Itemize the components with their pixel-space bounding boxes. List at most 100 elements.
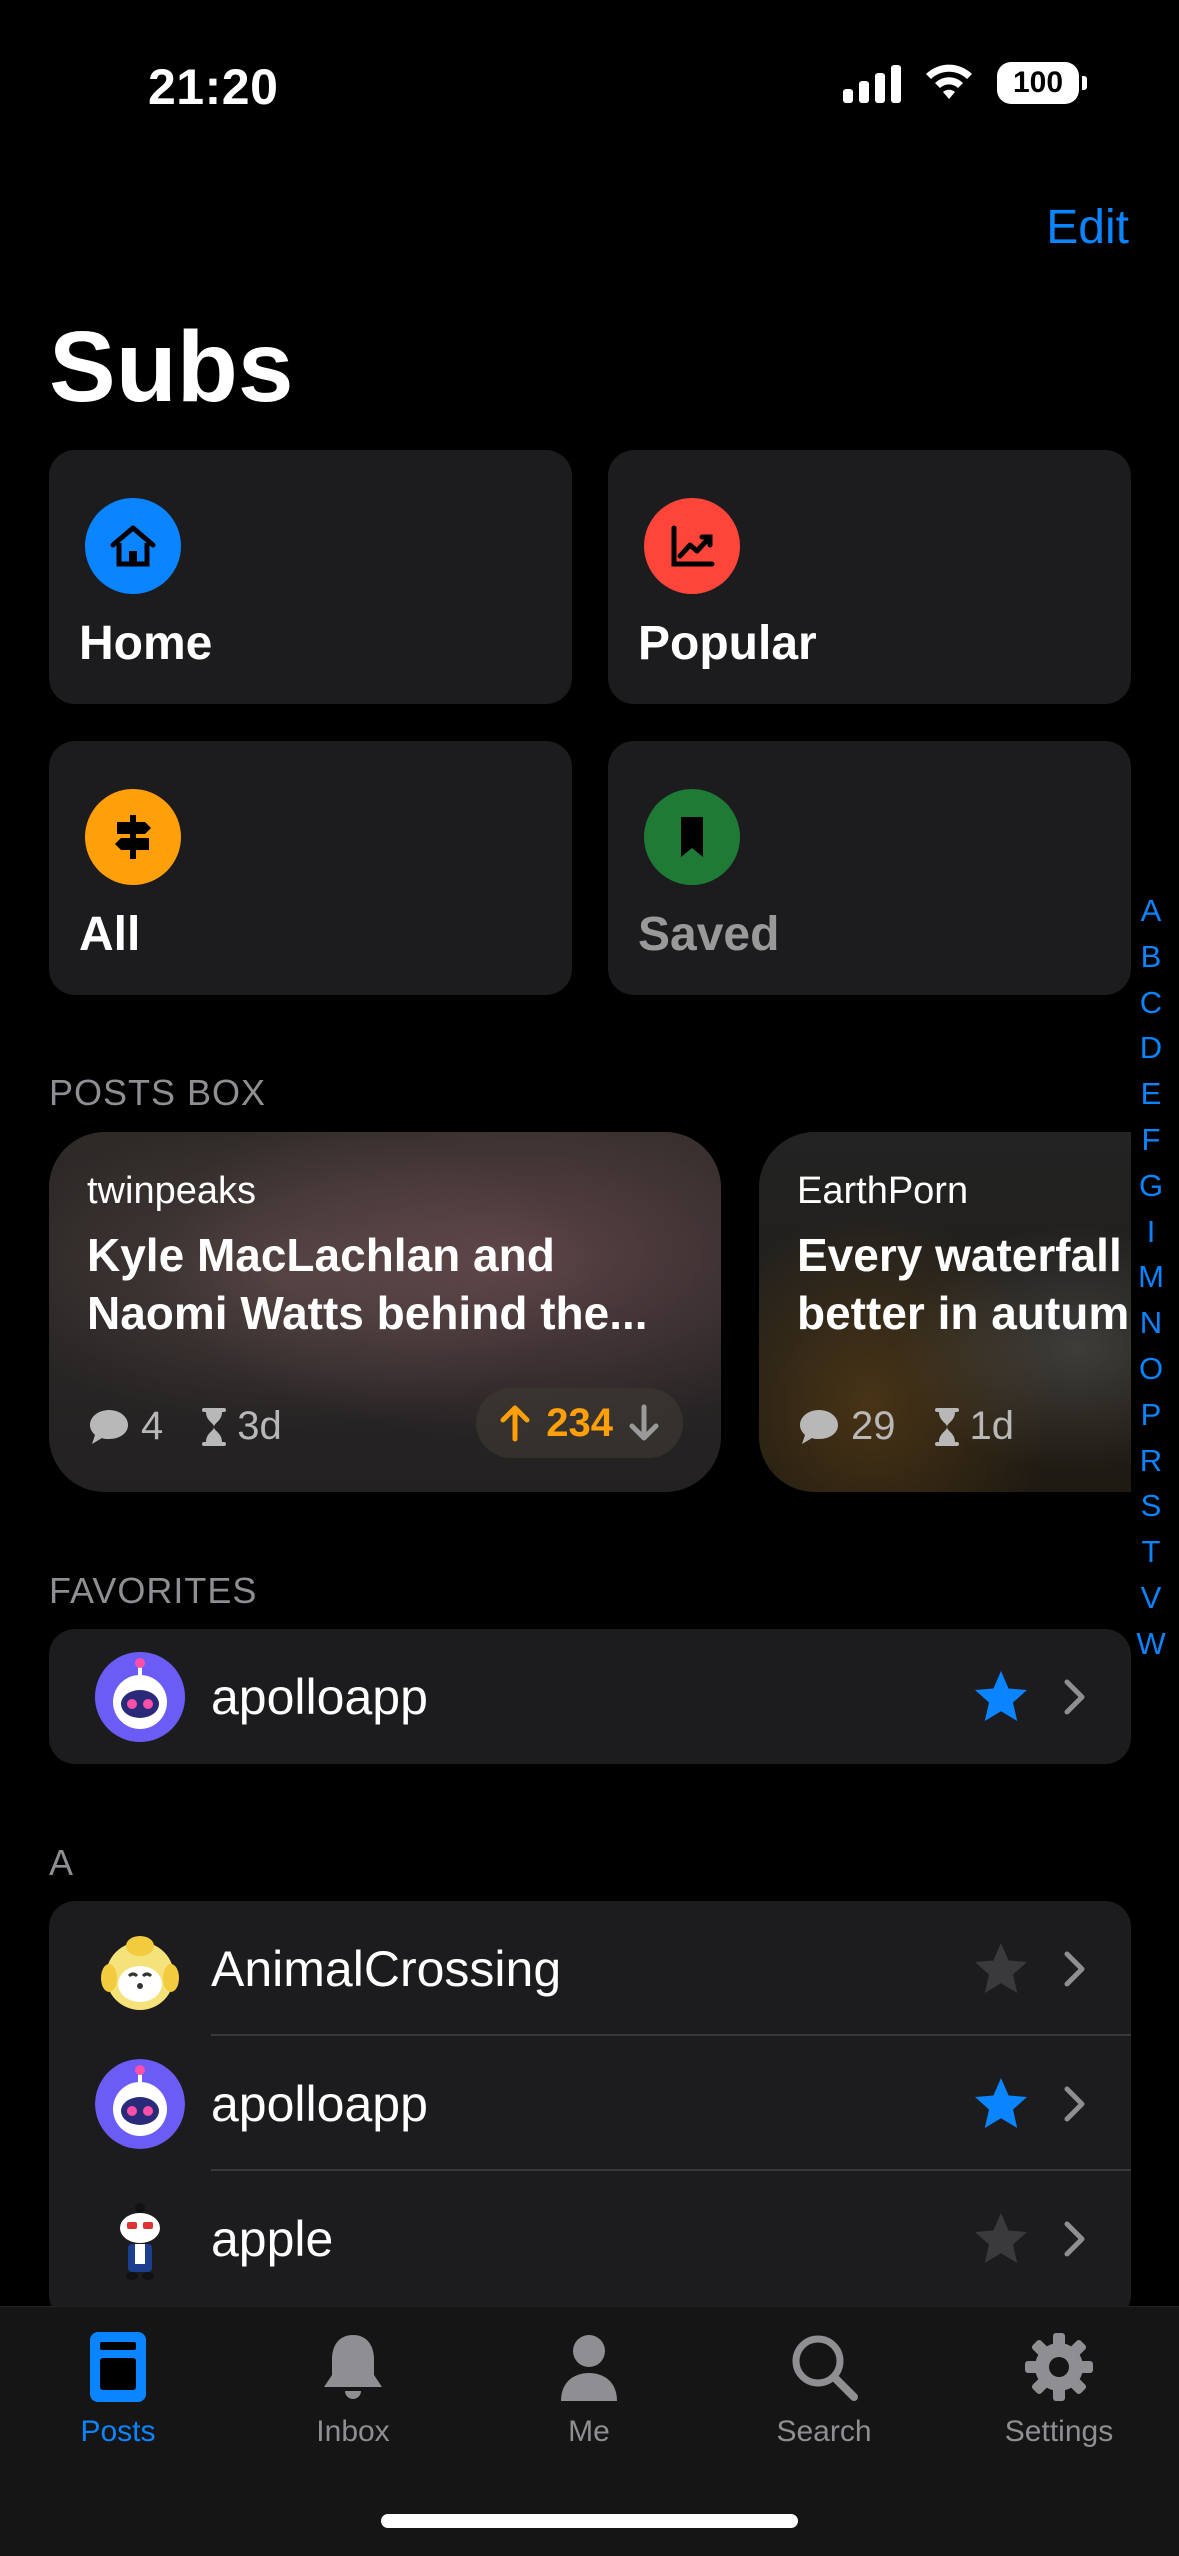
index-letter[interactable]: F: [1142, 1117, 1161, 1163]
tile-popular[interactable]: Popular: [608, 450, 1131, 704]
tab-label: Settings: [1004, 2415, 1114, 2448]
index-letter[interactable]: I: [1147, 1209, 1156, 1255]
post-comment-count: 29: [851, 1404, 896, 1448]
subreddit-list-a: AnimalCrossing apolloapp apple: [49, 1901, 1131, 2321]
tile-label: Home: [79, 617, 213, 670]
post-title-line: Naomi Watts behind the...: [87, 1287, 648, 1339]
comment-icon: [800, 1409, 838, 1444]
alphabet-index[interactable]: ABCDEFGIMNOPRSTVW: [1131, 888, 1171, 1667]
index-letter[interactable]: D: [1140, 1025, 1162, 1071]
post-subreddit: EarthPorn: [797, 1170, 969, 1212]
vote-control: 234: [476, 1388, 683, 1458]
hourglass-icon: [202, 1407, 227, 1446]
star-outline-icon[interactable]: [971, 2209, 1031, 2269]
battery-indicator: 100: [997, 62, 1087, 104]
subreddit-name: apolloapp: [211, 1668, 428, 1725]
tab-me[interactable]: Me: [489, 2327, 689, 2449]
hourglass-icon: [934, 1407, 959, 1446]
chevron-right-icon: [1064, 2086, 1085, 2121]
post-title: Every waterfall better in autum: [797, 1226, 1129, 1342]
post-title-line: Every waterfall: [797, 1229, 1122, 1281]
index-letter[interactable]: B: [1141, 934, 1162, 980]
trending-icon: [644, 498, 740, 594]
index-letter[interactable]: P: [1141, 1392, 1162, 1438]
search-icon: [784, 2327, 864, 2407]
post-title-line: Kyle MacLachlan and: [87, 1229, 555, 1281]
index-letter[interactable]: E: [1141, 1071, 1162, 1117]
bell-icon: [313, 2327, 393, 2407]
post-meta: 4 3d: [87, 1404, 282, 1449]
tile-label: Saved: [638, 908, 780, 961]
post-comment-count: 4: [141, 1404, 164, 1448]
chevron-right-icon: [1064, 1679, 1085, 1714]
tab-search[interactable]: Search: [724, 2327, 924, 2449]
tile-all[interactable]: All: [49, 741, 572, 995]
section-label-posts-box: POSTS BOX: [49, 1072, 267, 1113]
signpost-icon: [85, 789, 181, 885]
star-filled-icon[interactable]: [971, 2074, 1031, 2134]
list-item[interactable]: apolloapp: [49, 2036, 1131, 2171]
star-outline-icon[interactable]: [971, 1939, 1031, 1999]
post-title: Kyle MacLachlan and Naomi Watts behind t…: [87, 1226, 648, 1342]
cellular-signal-icon: [843, 63, 901, 103]
favorites-list: apolloapp: [49, 1629, 1131, 1764]
status-time: 21:20: [148, 59, 279, 115]
post-card[interactable]: EarthPorn Every waterfall better in autu…: [759, 1132, 1131, 1492]
downvote-icon[interactable]: [627, 1403, 661, 1443]
tile-label: Popular: [638, 617, 817, 670]
list-item[interactable]: AnimalCrossing: [49, 1901, 1131, 2036]
page-title: Subs: [49, 311, 294, 423]
apollo-avatar-icon: [95, 2058, 185, 2149]
index-letter[interactable]: W: [1136, 1621, 1165, 1667]
comment-icon: [90, 1409, 128, 1444]
subreddit-name: AnimalCrossing: [211, 1940, 562, 1997]
index-letter[interactable]: G: [1139, 1163, 1163, 1209]
list-item[interactable]: apolloapp: [49, 1629, 1131, 1764]
post-title-line: better in autum: [797, 1287, 1130, 1339]
post-age: 1d: [969, 1404, 1015, 1448]
post-subreddit: twinpeaks: [87, 1170, 256, 1212]
index-letter[interactable]: M: [1138, 1254, 1164, 1300]
bookmark-icon: [644, 789, 740, 885]
tile-saved[interactable]: Saved: [608, 741, 1131, 995]
index-letter[interactable]: O: [1139, 1346, 1163, 1392]
section-label-a: A: [49, 1842, 74, 1883]
tile-label: All: [79, 908, 141, 961]
apollo-avatar-icon: [95, 1651, 185, 1742]
chevron-right-icon: [1064, 2221, 1085, 2256]
tab-settings[interactable]: Settings: [959, 2327, 1159, 2449]
index-letter[interactable]: A: [1141, 888, 1162, 934]
home-icon: [85, 498, 181, 594]
status-bar: 21:20 100: [0, 0, 1179, 150]
tab-label: Inbox: [316, 2415, 390, 2448]
section-label-favorites: FAVORITES: [49, 1570, 258, 1611]
posts-icon: [78, 2327, 158, 2407]
apple-snoo-avatar-icon: [95, 2194, 185, 2284]
animalcrossing-avatar-icon: [95, 1924, 185, 2014]
person-icon: [549, 2327, 629, 2407]
wifi-icon: [926, 64, 972, 99]
status-icons: 100: [843, 62, 1087, 104]
list-item[interactable]: apple: [49, 2171, 1131, 2306]
tile-home[interactable]: Home: [49, 450, 572, 704]
home-indicator: [381, 2514, 798, 2528]
index-letter[interactable]: N: [1140, 1300, 1162, 1346]
subreddit-name: apple: [211, 2210, 334, 2267]
index-letter[interactable]: V: [1141, 1575, 1162, 1621]
tab-posts[interactable]: Posts: [18, 2327, 218, 2449]
star-filled-icon[interactable]: [971, 1667, 1031, 1727]
upvote-icon[interactable]: [498, 1403, 532, 1443]
gear-icon: [1019, 2327, 1099, 2407]
index-letter[interactable]: R: [1140, 1438, 1162, 1484]
edit-button[interactable]: Edit: [1046, 200, 1129, 255]
index-letter[interactable]: T: [1142, 1529, 1161, 1575]
post-card[interactable]: twinpeaks Kyle MacLachlan and Naomi Watt…: [49, 1132, 721, 1492]
tab-label: Search: [776, 2415, 872, 2448]
post-age: 3d: [237, 1404, 282, 1448]
tab-inbox[interactable]: Inbox: [253, 2327, 453, 2449]
tab-label: Posts: [80, 2415, 156, 2448]
index-letter[interactable]: S: [1141, 1483, 1162, 1529]
post-score: 234: [546, 1400, 613, 1445]
index-letter[interactable]: C: [1140, 980, 1162, 1026]
post-meta: 29 1d: [797, 1404, 1014, 1449]
